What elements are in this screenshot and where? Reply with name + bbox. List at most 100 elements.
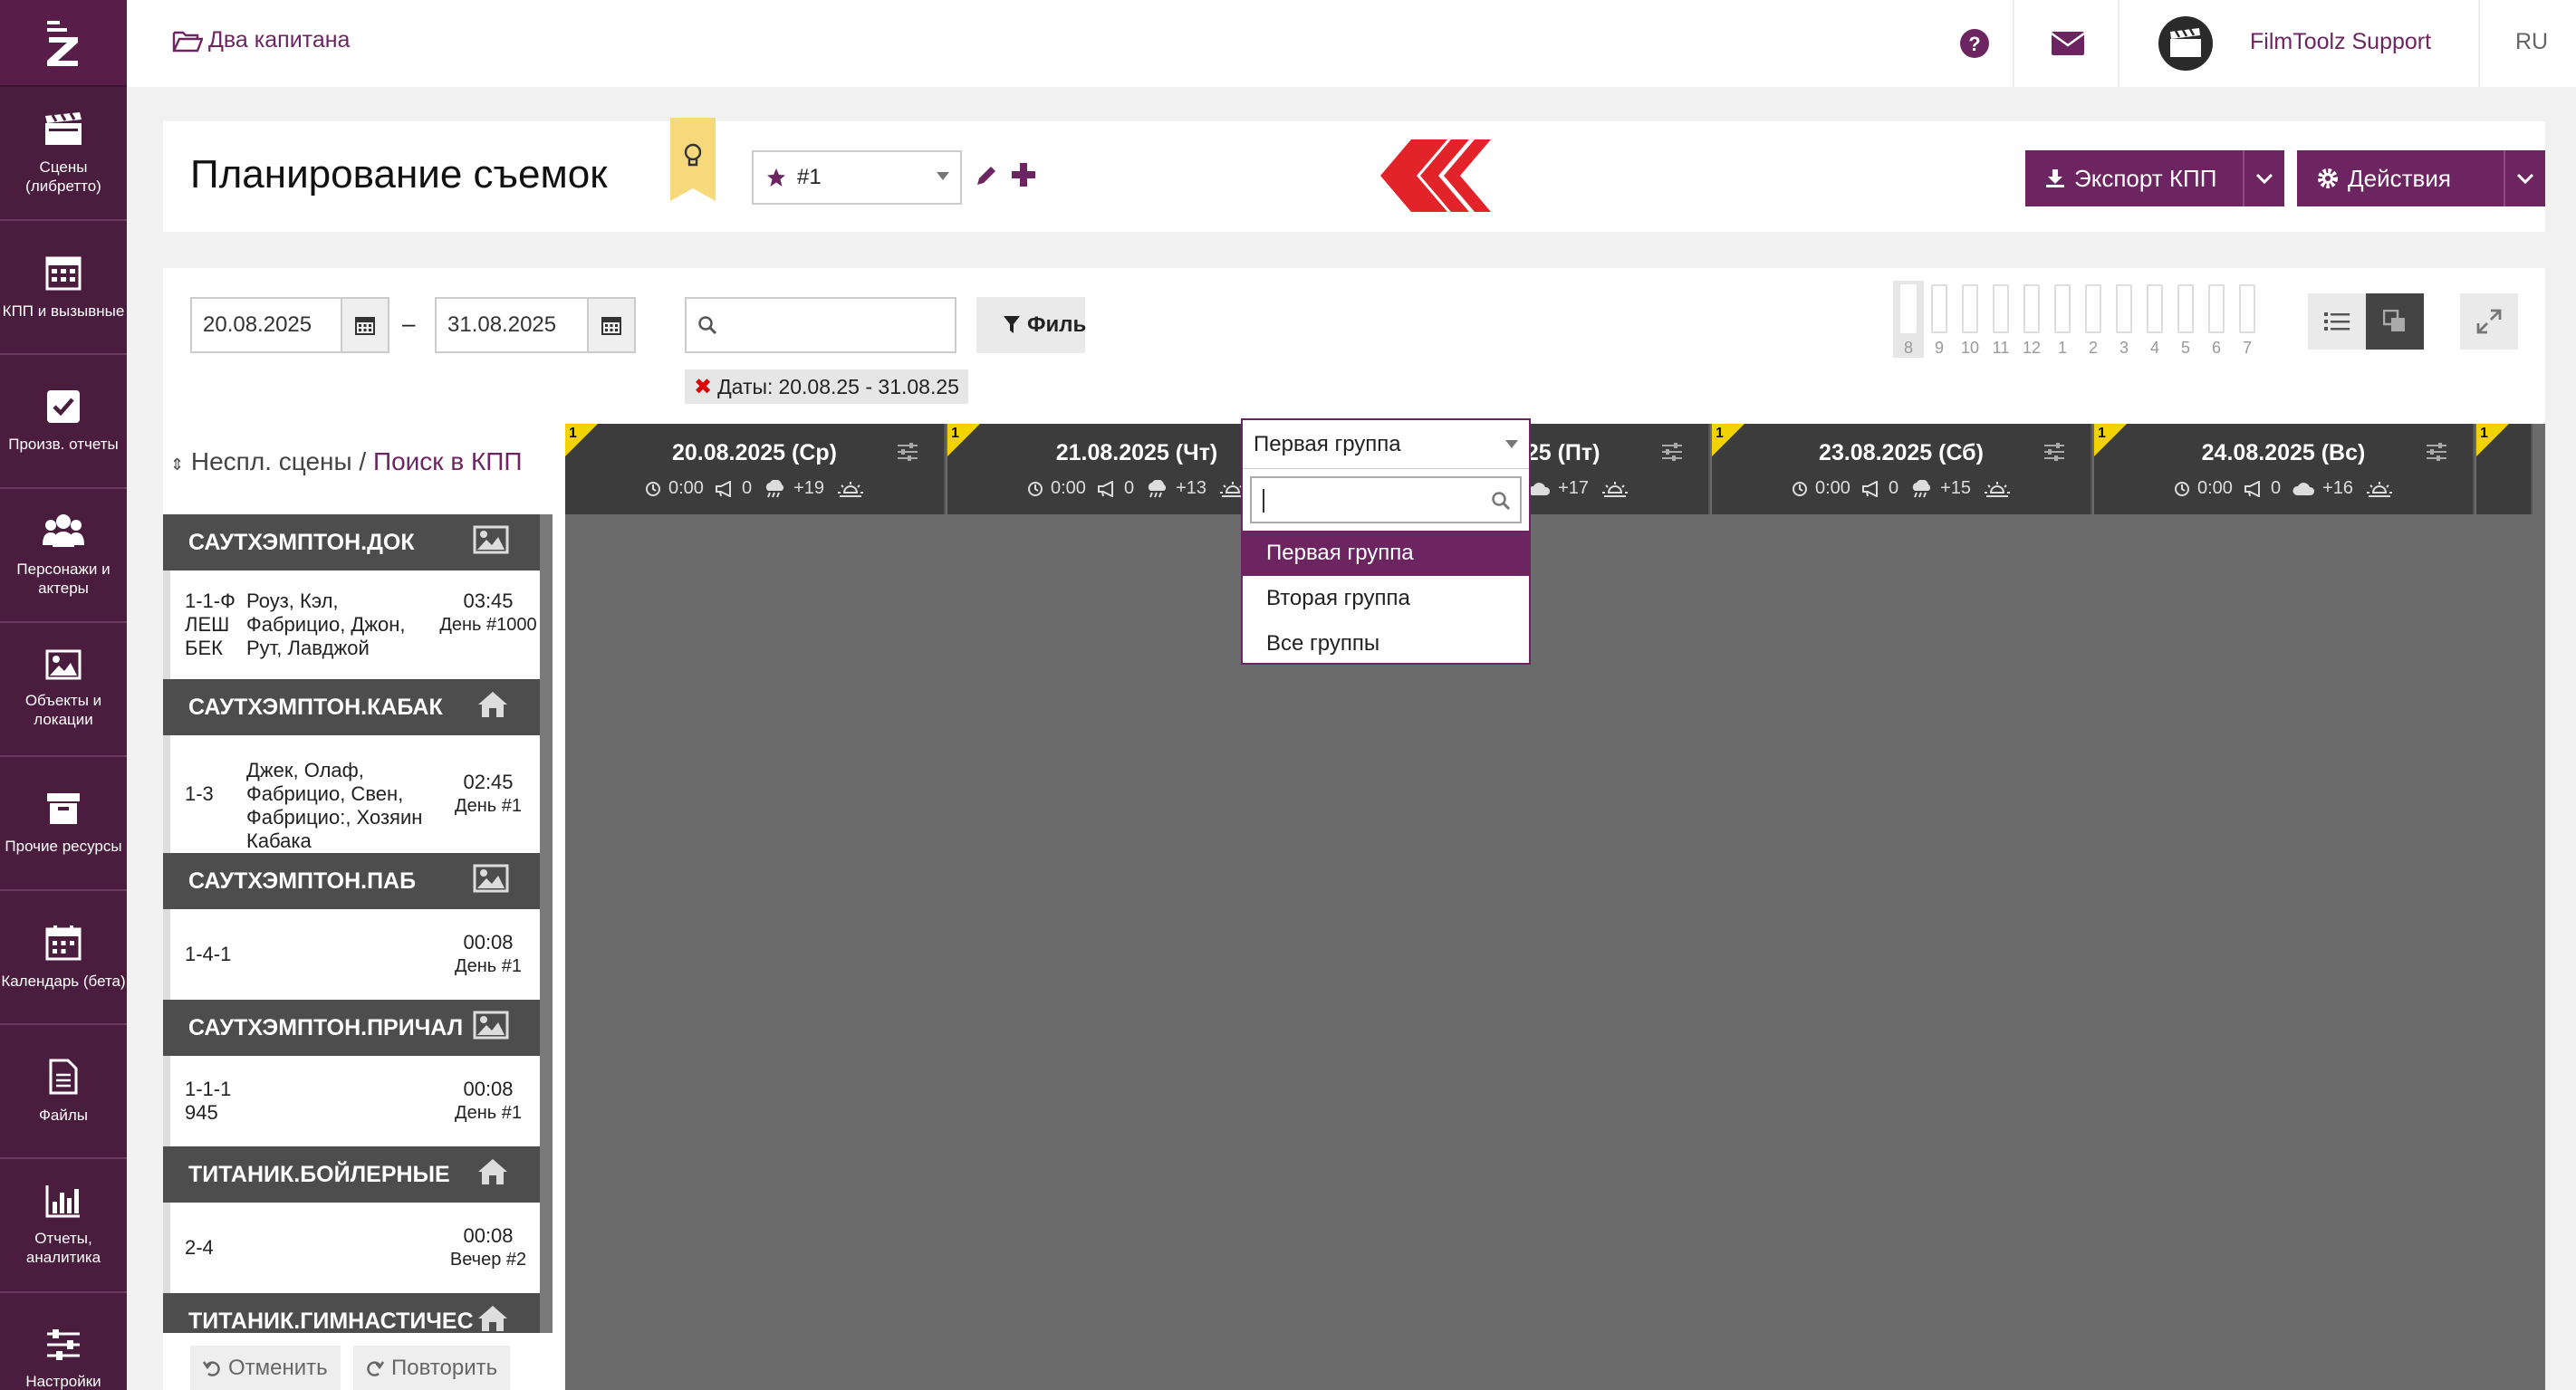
sliders-icon[interactable]	[2043, 442, 2065, 462]
scene-card[interactable]: 2-4 00:08 Вечер #2	[163, 1203, 540, 1293]
hour-slot[interactable]: 1	[2047, 281, 2078, 358]
hour-slot[interactable]: 8	[1893, 281, 1924, 358]
actions-menu-button[interactable]	[2504, 150, 2545, 206]
calendar-board[interactable]: 1 20.08.2025 (Ср) 0:00 0 +19 1 21.08.2025 (Чт)…	[565, 424, 2545, 1390]
sidebar-item[interactable]: Сцены (либретто)	[0, 87, 127, 221]
location-header[interactable]: САУТХЭМПТОН.КАБАК	[163, 679, 540, 735]
day-column-header[interactable]: 1 24.08.2025 (Вс) 0:00 0 +16	[2094, 424, 2475, 514]
pencil-icon[interactable]	[974, 163, 999, 188]
scrollbar[interactable]	[540, 514, 553, 1333]
hour-label: 12	[2022, 339, 2042, 357]
hour-slot[interactable]: 11	[1985, 281, 2016, 358]
hour-slot[interactable]: 3	[2109, 281, 2139, 358]
group-option[interactable]: Вторая группа	[1243, 576, 1529, 621]
search-icon	[1491, 491, 1511, 511]
expand-button[interactable]	[2460, 293, 2518, 350]
hour-scale[interactable]: 8 9 10 11 12 1 2 3 4 5 6 7	[1893, 281, 2273, 380]
day-column-header[interactable]: 1 23.08.2025 (Сб) 0:00 0 +15	[1712, 424, 2092, 514]
unscheduled-scenes-list[interactable]: САУТХЭМПТОН.ДОК 1-1-Ф ЛЕШ БЕК Роуз, Кэл, Ф…	[163, 514, 553, 1333]
sidebar-item[interactable]: КПП и вызывные	[0, 221, 127, 355]
date-to-field[interactable]: 31.08.2025	[435, 297, 636, 353]
list-view-button[interactable]	[2308, 293, 2366, 350]
variant-select[interactable]: #1	[752, 150, 962, 205]
hour-slot[interactable]: 12	[2016, 281, 2047, 358]
group-flag-number: 1	[2480, 426, 2488, 441]
house-icon	[476, 1157, 509, 1186]
location-header[interactable]: САУТХЭМПТОН.ПАБ	[163, 853, 540, 909]
hour-slot[interactable]: 2	[2078, 281, 2109, 358]
sidebar-item-label: Объекты и локации	[24, 692, 102, 728]
sidebar-item[interactable]: Отчеты, аналитика	[0, 1159, 127, 1293]
page-title: Планирование съемок	[190, 152, 608, 197]
location-header[interactable]: ТИТАНИК.БОЙЛЕРНЫЕ	[163, 1146, 540, 1203]
sidebar-item[interactable]: Персонажи и актеры	[0, 489, 127, 623]
scene-time: 03:45	[463, 590, 514, 612]
megaphone-icon	[715, 480, 735, 497]
group-dropdown[interactable]: Первая группа Первая группа Вторая группа…	[1241, 418, 1531, 665]
actions-button[interactable]: Действия	[2297, 150, 2504, 206]
filmtoolz-logo[interactable]	[0, 0, 127, 87]
export-menu-button[interactable]	[2243, 150, 2284, 206]
sliders-icon[interactable]	[897, 442, 918, 462]
location-header[interactable]: САУТХЭМПТОН.ПРИЧАЛ	[163, 1000, 540, 1056]
sidebar-item[interactable]: Настройки	[0, 1293, 127, 1390]
sidebar-item[interactable]: Файлы	[0, 1025, 127, 1159]
sidebar-item[interactable]: Прочие ресурсы	[0, 757, 127, 891]
lightbulb-icon[interactable]	[670, 118, 716, 201]
sidebar-item[interactable]: Произв. отчеты	[0, 355, 127, 489]
close-icon[interactable]: ✖	[694, 374, 712, 400]
hour-slot[interactable]: 4	[2139, 281, 2170, 358]
caret-down-icon	[1505, 440, 1518, 449]
hour-slot[interactable]: 7	[2232, 281, 2263, 358]
date-from-field[interactable]: 20.08.2025	[190, 297, 389, 353]
calendar-icon[interactable]	[341, 299, 388, 351]
sidebar-item-label: КПП и вызывные	[2, 302, 125, 320]
day-temperature: +19	[793, 478, 824, 498]
help-icon[interactable]: ?	[1938, 0, 2011, 87]
day-column-header[interactable]: 1 20.08.2025 (Ср) 0:00 0 +19	[565, 424, 946, 514]
export-kpp-button[interactable]: Экспорт КПП	[2025, 150, 2243, 206]
location-header[interactable]: САУТХЭМПТОН.ДОК	[163, 514, 540, 570]
sidebar-item[interactable]: Календарь (бета)	[0, 891, 127, 1025]
group-option[interactable]: Все группы	[1243, 621, 1529, 666]
user-name[interactable]: FilmToolz Support	[2250, 29, 2431, 55]
scene-card[interactable]: 1-1-Ф ЛЕШ БЕК Роуз, Кэл, Фабрицио, Джон, …	[163, 570, 540, 679]
group-select[interactable]: Первая группа	[1243, 420, 1529, 469]
group-option[interactable]: Первая группа	[1243, 531, 1529, 576]
hour-slot[interactable]: 9	[1924, 281, 1955, 358]
hour-slot[interactable]: 5	[2170, 281, 2201, 358]
mail-icon[interactable]	[2036, 0, 2100, 87]
scene-card[interactable]: 1-4-1 00:08 День #1	[163, 909, 540, 1000]
sliders-icon[interactable]	[2426, 442, 2447, 462]
scene-day: День #1	[455, 796, 522, 816]
plus-icon[interactable]	[1010, 161, 1037, 188]
sliders-icon[interactable]	[1661, 442, 1683, 462]
search-input[interactable]	[685, 297, 956, 353]
filter-button[interactable]: Филь	[976, 297, 1086, 353]
hour-slot[interactable]: 6	[2201, 281, 2232, 358]
scene-number: 2-4	[185, 1236, 214, 1259]
redo-button[interactable]: Повторить	[353, 1346, 511, 1390]
date-separator: –	[402, 310, 416, 337]
sort-icon[interactable]: ⇕	[170, 455, 184, 474]
clapperboard-icon	[43, 110, 83, 147]
language-switch[interactable]: RU	[2515, 29, 2548, 55]
day-column-header[interactable]: 1	[2476, 424, 2533, 514]
project-link[interactable]: Два капитана	[172, 27, 350, 53]
board-view-button[interactable]	[2366, 293, 2424, 350]
undo-button[interactable]: Отменить	[190, 1346, 341, 1390]
scene-card[interactable]: 1-3 Джек, Олаф, Фабрицио, Свен, Фабрицио:…	[163, 735, 540, 853]
location-header[interactable]: ТИТАНИК.ГИМНАСТИЧЕС	[163, 1293, 540, 1333]
project-name: Два капитана	[208, 27, 351, 53]
search-kpp-link[interactable]: Поиск в КПП	[373, 447, 523, 475]
hour-slot[interactable]: 10	[1955, 281, 1985, 358]
sidebar-item[interactable]: Объекты и локации	[0, 623, 127, 757]
picture-icon	[45, 649, 82, 680]
calendar-icon[interactable]	[587, 299, 634, 351]
group-search-input[interactable]	[1250, 476, 1522, 523]
sidebar: Сцены (либретто) КПП и вызывные Произв. от…	[0, 0, 127, 1390]
scene-card[interactable]: 1-1-1 945 00:08 День #1	[163, 1056, 540, 1146]
hour-slot-bar	[2147, 284, 2163, 333]
sunrise-icon	[837, 480, 864, 498]
avatar[interactable]	[2156, 0, 2216, 87]
